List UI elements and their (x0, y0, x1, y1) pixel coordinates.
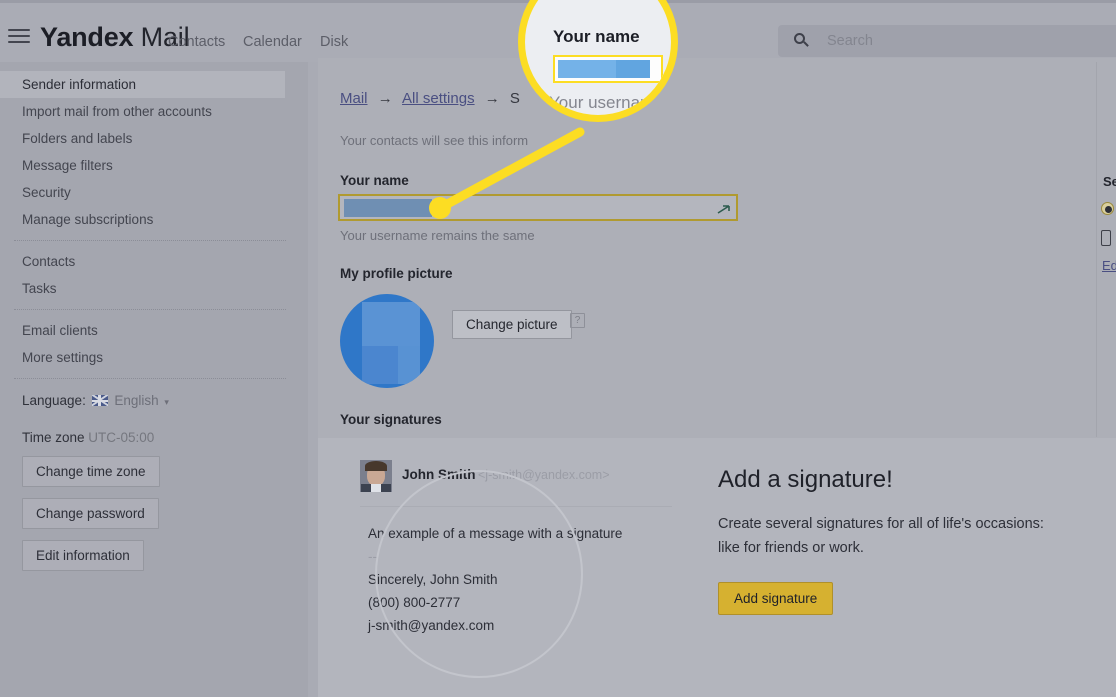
avatar-block (362, 302, 420, 346)
profile-picture-label: My profile picture (340, 266, 453, 281)
profile-avatar-placeholder[interactable] (340, 294, 434, 388)
hamburger-line (8, 41, 30, 43)
signature-sender-name: John Smith (402, 467, 476, 482)
timezone-row: Time zone UTC-05:00 (0, 430, 308, 445)
sidebar-item-message-filters[interactable]: Message filters (0, 152, 308, 179)
avatar-block (362, 346, 398, 384)
promo-description: Create several signatures for all of lif… (718, 516, 1044, 556)
signature-divider (360, 506, 672, 507)
breadcrumb-arrow-icon: → (484, 90, 500, 107)
resize-grabber-icon[interactable] (716, 202, 732, 216)
hint-text-head: Your contacts will see this inform (340, 133, 529, 148)
sidebar-divider (14, 309, 286, 310)
right-edge-panel: Se Ed (1096, 62, 1116, 437)
topnav-item-calendar[interactable]: Calendar (243, 34, 302, 50)
signature-body: An example of a message with a signature… (368, 522, 622, 637)
signature-line-2: Sincerely, John Smith (368, 572, 498, 587)
radio-button-selected[interactable] (1101, 202, 1114, 215)
search-input[interactable] (825, 25, 1110, 57)
brand-logo[interactable]: Yandex Mail (40, 22, 190, 53)
breadcrumb-arrow-icon: → (377, 90, 393, 107)
button-row: Change password (0, 487, 308, 529)
button-row: Change time zone (0, 445, 308, 487)
topnav-item-contacts[interactable]: Contacts (168, 34, 225, 50)
change-picture-button[interactable]: Change picture (452, 310, 572, 339)
sidebar-item-sender-information[interactable]: Sender information (0, 71, 285, 98)
breadcrumb: Mail → All settings → S (340, 90, 520, 107)
language-value: English (114, 393, 159, 408)
hamburger-line (8, 29, 30, 31)
magnifier-content: Your name Your usernam (525, 7, 671, 115)
breadcrumb-link-mail[interactable]: Mail (340, 90, 368, 107)
search-bar[interactable] (778, 25, 1116, 57)
hamburger-menu-icon[interactable] (8, 29, 30, 45)
mobile-phone-icon[interactable] (1101, 230, 1111, 246)
uk-flag-icon (91, 395, 108, 406)
add-signature-button[interactable]: Add signature (718, 582, 834, 615)
sidebar-divider (14, 378, 286, 379)
avatar-hair (365, 461, 387, 471)
chevron-down-icon: ▾ (164, 397, 169, 407)
signature-line-4: j-smith@yandex.com (368, 618, 495, 633)
timezone-label: Time zone (22, 430, 85, 445)
hamburger-line (8, 35, 30, 37)
sidebar-item-tasks[interactable]: Tasks (0, 275, 308, 302)
signature-promo: Add a signature! Create several signatur… (718, 466, 1078, 615)
sidebar-divider (14, 240, 286, 241)
magnified-your-name-input (553, 55, 663, 83)
language-label: Language: (22, 393, 86, 408)
signature-sender-email: <j-smith@yandex.com> (478, 468, 610, 482)
breadcrumb-current: S (509, 90, 520, 107)
your-signatures-label: Your signatures (340, 412, 442, 427)
language-selector[interactable]: Language: English ▾ (0, 393, 308, 408)
main-content-panel: Mail → All settings → S Your contacts wi… (318, 58, 1116, 697)
signature-dashes: -- (368, 549, 377, 564)
signature-panel: John Smith <j-smith@yandex.com> An examp… (318, 438, 1116, 697)
contacts-visibility-hint: Your contacts will see this inform (340, 133, 528, 148)
signature-line-3: (800) 800-2777 (368, 595, 461, 610)
sidebar-item-folders-and-labels[interactable]: Folders and labels (0, 125, 308, 152)
redacted-value-overlay (344, 199, 432, 217)
avatar-shirt (371, 484, 381, 492)
timezone-value: UTC-05:00 (88, 430, 155, 445)
callout-anchor-dot (429, 197, 451, 219)
question-mark-icon[interactable]: ? (570, 313, 585, 328)
change-time-zone-button[interactable]: Change time zone (22, 456, 160, 487)
search-icon (794, 33, 809, 48)
edit-information-button[interactable]: Edit information (22, 540, 144, 571)
signature-line-1: An example of a message with a signature (368, 526, 623, 541)
sidebar-item-contacts[interactable]: Contacts (0, 248, 308, 275)
settings-sidebar: Sender information Import mail from othe… (0, 62, 308, 697)
sidebar-item-email-clients[interactable]: Email clients (0, 317, 308, 344)
your-name-label: Your name (340, 173, 409, 188)
magnifier-callout: Your name Your usernam (518, 0, 678, 122)
right-panel-title: Se (1103, 174, 1116, 189)
magnified-your-name-label: Your name (553, 27, 640, 46)
radio-dot (1105, 206, 1112, 213)
button-row: Edit information (0, 529, 308, 571)
redacted-value-overlay (558, 60, 616, 78)
sidebar-item-security[interactable]: Security (0, 179, 308, 206)
your-name-input[interactable] (338, 194, 738, 221)
brand-name: Yandex (40, 22, 134, 52)
sidebar-item-more-settings[interactable]: More settings (0, 344, 308, 371)
right-panel-edit-link[interactable]: Ed (1102, 258, 1116, 273)
breadcrumb-link-all-settings[interactable]: All settings (402, 90, 475, 107)
avatar-block (398, 346, 420, 384)
user-photo-avatar (360, 460, 392, 492)
magnified-hint-text: Your usernam (549, 93, 655, 112)
flag-vertical (98, 395, 101, 406)
sidebar-item-import-mail[interactable]: Import mail from other accounts (0, 98, 308, 125)
change-password-button[interactable]: Change password (22, 498, 159, 529)
promo-title: Add a signature! (718, 466, 893, 493)
topnav-item-disk[interactable]: Disk (320, 34, 348, 50)
search-icon-handle (803, 41, 809, 47)
your-name-hint: Your username remains the same (340, 228, 535, 243)
sidebar-item-manage-subscriptions[interactable]: Manage subscriptions (0, 206, 308, 233)
